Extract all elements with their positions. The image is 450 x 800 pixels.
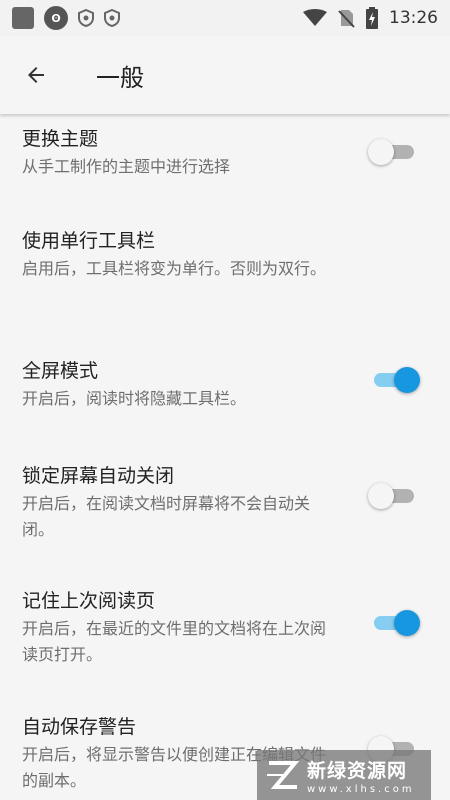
switch-thumb xyxy=(368,139,394,165)
screen-lock-switch[interactable] xyxy=(368,483,414,509)
watermark-subtitle: www.xlhs.com xyxy=(307,783,415,795)
circle-app-icon: ʘ xyxy=(44,6,68,30)
clock: 13:26 xyxy=(389,8,438,28)
app-bar: 一般 xyxy=(0,36,450,114)
page-title: 一般 xyxy=(96,63,144,92)
arrow-back-icon xyxy=(28,67,44,83)
shield-icon xyxy=(78,9,94,27)
watermark-title: 新绿资源网 xyxy=(307,759,408,782)
watermark: 新绿资源网 www.xlhs.com xyxy=(257,750,431,800)
watermark-logo-icon xyxy=(267,761,300,789)
setting-single-row-toolbar[interactable]: 使用单行工具栏 启用后，工具栏将变为单行。否则为双行。 xyxy=(0,139,450,324)
setting-title: 自动保存警告 xyxy=(22,716,137,738)
switch-thumb xyxy=(368,483,394,509)
app-square-icon xyxy=(12,7,34,29)
shield-icon xyxy=(104,9,120,27)
single-row-toolbar-switch[interactable] xyxy=(368,139,414,165)
fullscreen-mode-switch[interactable] xyxy=(374,367,420,393)
setting-summary: 从手工制作的主题中进行选择 xyxy=(22,157,231,176)
battery-charging-icon xyxy=(365,7,379,29)
setting-summary: 开启后，在阅读文档时屏幕将不会自动关闭。 xyxy=(22,494,311,539)
setting-title: 使用单行工具栏 xyxy=(22,230,156,252)
setting-title: 锁定屏幕自动关闭 xyxy=(22,465,175,487)
back-button[interactable] xyxy=(0,36,72,114)
setting-title: 全屏模式 xyxy=(22,360,99,382)
status-bar: ʘ 13:26 xyxy=(0,0,450,36)
no-signal-icon xyxy=(337,8,355,28)
setting-summary: 启用后，工具栏将变为单行。否则为双行。 xyxy=(22,259,327,278)
remember-last-page-switch[interactable] xyxy=(374,610,420,636)
setting-title: 记住上次阅读页 xyxy=(22,590,156,612)
switch-thumb xyxy=(394,367,420,393)
switch-thumb xyxy=(394,610,420,636)
setting-summary: 开启后，在最近的文件里的文档将在上次阅读页打开。 xyxy=(22,619,327,664)
setting-summary: 开启后，阅读时将隐藏工具栏。 xyxy=(22,389,247,408)
setting-fullscreen-mode[interactable]: 全屏模式 开启后，阅读时将隐藏工具栏。 xyxy=(0,344,450,434)
wifi-icon xyxy=(303,9,327,27)
setting-title: 更换主题 xyxy=(22,128,99,150)
